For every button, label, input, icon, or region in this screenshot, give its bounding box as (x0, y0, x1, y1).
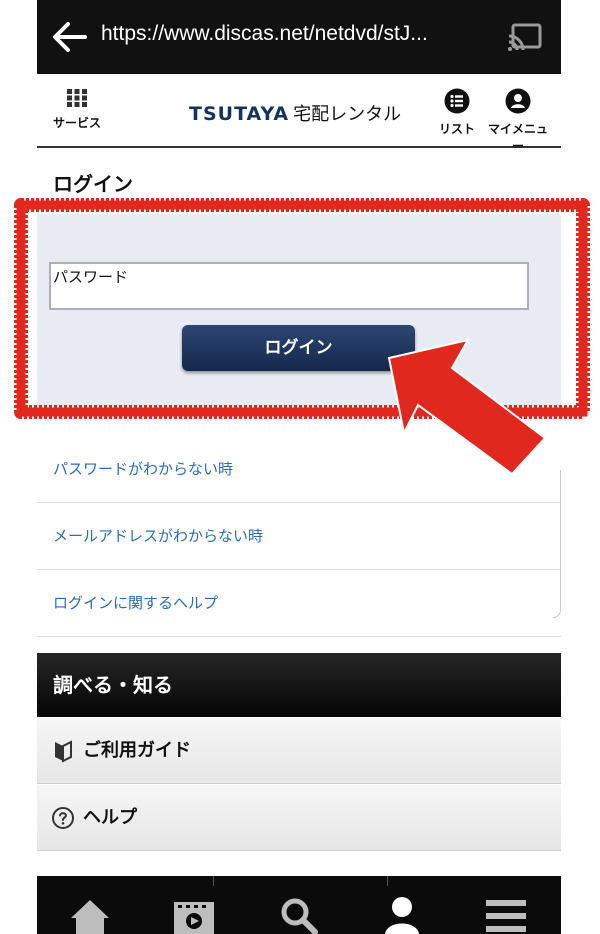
beginner-mark-icon (55, 740, 72, 763)
list-label: リスト (438, 122, 475, 136)
login-button[interactable]: ログイン (182, 325, 415, 371)
question-circle-icon (52, 807, 74, 829)
panel-edge (553, 470, 561, 618)
forgot-email-link[interactable]: メールアドレスがわからない時 (37, 503, 561, 570)
help-label: ヘルプ (83, 807, 137, 828)
help-links: パスワードがわからない時 メールアドレスがわからない時 ログインに関するヘルプ (37, 436, 561, 637)
service-menu-button[interactable]: サービス (49, 88, 105, 131)
phone-screen: https://www.discas.net/netdvd/stJ... サービ… (37, 0, 561, 934)
mymenu-button[interactable]: マイメニュー (483, 88, 553, 154)
grid-icon (67, 89, 87, 107)
usage-guide-label: ご利用ガイド (83, 740, 191, 761)
site-header: サービス TSUTAYA 宅配レンタル リスト マイメニュー (37, 74, 561, 153)
bottom-nav (37, 876, 561, 934)
mymenu-label: マイメニュー (487, 122, 548, 153)
nav-divider (213, 876, 214, 886)
logo-subtitle: 宅配レンタル (293, 104, 402, 125)
service-label: サービス (52, 116, 101, 130)
menu-icon[interactable] (481, 894, 531, 934)
search-icon[interactable] (273, 894, 323, 934)
logo-brand: TSUTAYA (189, 103, 290, 125)
help-item[interactable]: ヘルプ (37, 785, 561, 851)
page-title: ログイン (53, 172, 133, 196)
section-heading: 調べる・知る (37, 653, 561, 717)
list-icon (444, 88, 470, 114)
cast-icon[interactable] (507, 22, 543, 52)
back-arrow-icon[interactable] (51, 20, 87, 54)
film-icon[interactable] (169, 894, 219, 934)
password-input[interactable]: パスワード (49, 262, 529, 310)
forgot-password-link[interactable]: パスワードがわからない時 (37, 436, 561, 503)
login-panel: パスワード ログイン (37, 214, 561, 410)
browser-url-bar: https://www.discas.net/netdvd/stJ... (37, 0, 561, 74)
login-help-link[interactable]: ログインに関するヘルプ (37, 570, 561, 637)
user-circle-icon (505, 88, 531, 114)
url-text[interactable]: https://www.discas.net/netdvd/stJ... (101, 22, 428, 46)
usage-guide-item[interactable]: ご利用ガイド (37, 718, 561, 784)
user-icon[interactable] (377, 894, 427, 934)
home-icon[interactable] (65, 894, 115, 934)
tsutaya-logo[interactable]: TSUTAYA 宅配レンタル (189, 100, 402, 125)
nav-divider (387, 876, 388, 886)
list-button[interactable]: リスト (435, 88, 479, 137)
